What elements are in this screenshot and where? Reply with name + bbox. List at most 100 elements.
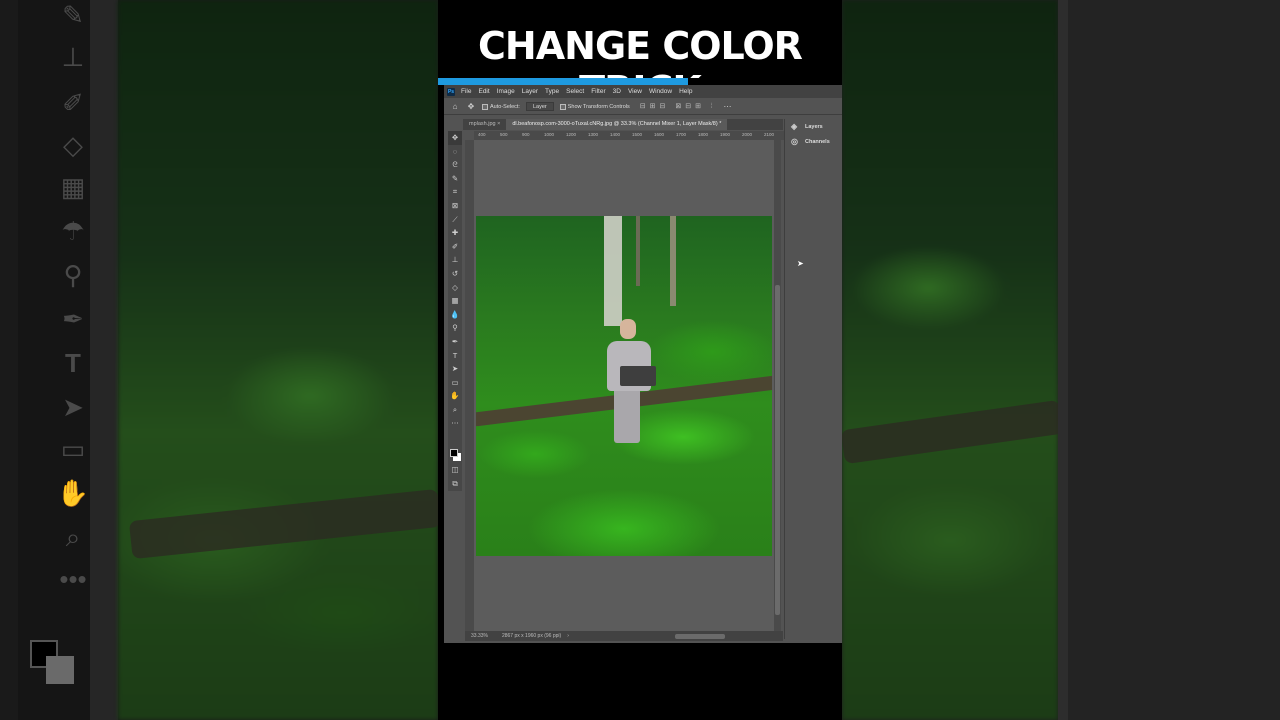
panel-label: Layers xyxy=(805,123,823,130)
menu-type[interactable]: Type xyxy=(545,88,559,95)
tools-panel: ✥ ◌ ᘓ ✎ ⌗ ⊠ ⟋ ✚ ✐ ⊥ ↺ ◇ ▦ 💧 ⚲ ✒ T ➤ ▭ ✋ … xyxy=(448,131,462,491)
blurred-forest-left xyxy=(118,0,438,720)
document-tabs: mplash.jpg × dl.beafonosp.com-3000-oTuxa… xyxy=(463,119,791,130)
eraser-tool-icon[interactable]: ◇ xyxy=(448,281,462,295)
layers-icon: ◈ xyxy=(791,122,798,131)
zoom-level[interactable]: 33.33% xyxy=(471,633,488,639)
path-select-icon: ➤ xyxy=(62,392,84,422)
ruler-tick-label: 400 xyxy=(478,132,486,137)
blurred-panel-strip xyxy=(1058,0,1068,720)
clone-stamp-icon[interactable]: ⊥ xyxy=(448,253,462,267)
menu-edit[interactable]: Edit xyxy=(478,88,489,95)
menu-3d[interactable]: 3D xyxy=(613,88,621,95)
video-frame: CHANGE COLOR TRICK Ps File Edit Image La… xyxy=(438,0,842,720)
marquee-tool-icon[interactable]: ◌ xyxy=(448,145,462,159)
photoshop-window: Ps File Edit Image Layer Type Select Fil… xyxy=(444,85,842,643)
more-tools-icon[interactable]: ⋯ xyxy=(448,416,462,430)
eyedropper-tool-icon[interactable]: ⟋ xyxy=(448,213,462,227)
show-transform-checkbox[interactable] xyxy=(559,103,566,110)
dodge-tool-icon[interactable]: ⚲ xyxy=(448,321,462,335)
tab-mplash[interactable]: mplash.jpg × xyxy=(463,119,506,130)
quick-mask-icon[interactable]: ◫ xyxy=(448,463,462,477)
menu-file[interactable]: File xyxy=(461,88,471,95)
stamp-icon: ⊥ xyxy=(61,42,85,72)
lasso-tool-icon[interactable]: ᘓ xyxy=(448,158,462,172)
menu-window[interactable]: Window xyxy=(649,88,672,95)
rectangle-tool-icon[interactable]: ▭ xyxy=(448,376,462,390)
auto-select-label: Auto-Select: xyxy=(490,103,520,110)
ruler-tick-label: 1500 xyxy=(632,132,643,137)
crop-tool-icon[interactable]: ⌗ xyxy=(448,185,462,199)
blurred-panel xyxy=(1058,0,1280,720)
brush-icon: ✎ xyxy=(62,0,84,30)
ruler-tick-label: 900 xyxy=(522,132,530,137)
vertical-scroll-thumb[interactable] xyxy=(775,285,780,615)
move-tool-preset-icon[interactable]: ✥ xyxy=(466,102,476,111)
status-chevron-icon[interactable]: › xyxy=(567,633,569,639)
dodge-icon: ⚲ xyxy=(63,260,83,290)
tree-trunk xyxy=(636,216,640,286)
panel-layers[interactable]: ◈ Layers xyxy=(785,119,842,134)
screen-mode-icon[interactable]: ⧉ xyxy=(448,477,462,491)
foreground-color-swatch[interactable] xyxy=(450,449,458,457)
tab-label: dl.beafonosp.com-3000-oTuxal.cNRg.jpg @ … xyxy=(512,121,722,127)
document-image[interactable] xyxy=(476,216,772,556)
menu-layer[interactable]: Layer xyxy=(522,88,538,95)
pen-tool-icon[interactable]: ✒ xyxy=(448,335,462,349)
channels-icon: ◎ xyxy=(791,137,798,146)
home-icon[interactable]: ⌂ xyxy=(450,102,460,111)
menu-view[interactable]: View xyxy=(628,88,642,95)
menu-filter[interactable]: Filter xyxy=(591,88,605,95)
menu-select[interactable]: Select xyxy=(566,88,584,95)
more-options-icon[interactable]: ⋯ xyxy=(722,102,732,111)
video-progress-fill xyxy=(438,78,689,85)
zoom-tool-icon[interactable]: ⌕ xyxy=(448,403,462,417)
laptop xyxy=(620,366,656,386)
blur-icon: ☂ xyxy=(61,216,85,246)
background-left-blur: ✎ ⊥ ✐ ◇ ▦ ☂ ⚲ ✒ T ➤ ▭ ✋ ⌕ ••• xyxy=(0,0,438,720)
ruler-tick-label: 1600 xyxy=(654,132,665,137)
auto-select-checkbox[interactable] xyxy=(482,103,488,110)
brush-tool-icon[interactable]: ✐ xyxy=(448,240,462,254)
tab-active-document[interactable]: dl.beafonosp.com-3000-oTuxal.cNRg.jpg @ … xyxy=(506,119,728,130)
ruler-vertical xyxy=(465,140,474,631)
ruler-tick-label: 2100 xyxy=(764,132,775,137)
video-progress-track[interactable] xyxy=(438,78,842,85)
ruler-tick-label: 1800 xyxy=(698,132,709,137)
frame-tool-icon[interactable]: ⊠ xyxy=(448,199,462,213)
panel-channels[interactable]: ◎ Channels xyxy=(785,134,842,149)
background-right-blur xyxy=(842,0,1280,720)
hand-tool-icon[interactable]: ✋ xyxy=(448,389,462,403)
status-bar: 33.33% 2867 px x 1960 px (96 ppi) › xyxy=(465,631,783,641)
ruler-tick-label: 2000 xyxy=(742,132,753,137)
path-select-icon[interactable]: ➤ xyxy=(448,362,462,376)
background-swatch-blur xyxy=(46,656,74,684)
zoom-icon: ⌕ xyxy=(65,522,81,552)
gradient-icon: ▦ xyxy=(60,172,86,202)
ruler-tick-label: 1200 xyxy=(566,132,577,137)
birch-trunk xyxy=(604,216,622,326)
gradient-tool-icon[interactable]: ▦ xyxy=(448,294,462,308)
menu-bar: Ps File Edit Image Layer Type Select Fil… xyxy=(444,85,842,98)
tree-trunk xyxy=(670,216,676,306)
ruler-tick-label: 1000 xyxy=(544,132,555,137)
tab-label: mplash.jpg xyxy=(469,121,496,127)
horizontal-scroll-thumb[interactable] xyxy=(675,634,725,639)
healing-brush-icon[interactable]: ✚ xyxy=(448,226,462,240)
history-brush-icon[interactable]: ↺ xyxy=(448,267,462,281)
more-icon: ••• xyxy=(59,564,87,594)
auto-select-dropdown[interactable]: Layer xyxy=(525,102,554,111)
align-icons[interactable]: ⊟⊞⊟ ⊠⊟⊞ ⦙ xyxy=(640,102,717,111)
menu-help[interactable]: Help xyxy=(679,88,692,95)
pen-icon: ✒ xyxy=(62,304,84,334)
menu-image[interactable]: Image xyxy=(497,88,515,95)
history-brush-icon: ✐ xyxy=(62,88,84,118)
vertical-scrollbar[interactable] xyxy=(774,140,781,631)
blurred-forest-right xyxy=(842,0,1058,720)
type-tool-icon[interactable]: T xyxy=(448,349,462,363)
ruler-tick-label: 1400 xyxy=(610,132,621,137)
quick-select-tool-icon[interactable]: ✎ xyxy=(448,172,462,186)
move-tool-icon[interactable]: ✥ xyxy=(448,131,462,145)
blur-tool-icon[interactable]: 💧 xyxy=(448,308,462,322)
rectangle-icon: ▭ xyxy=(60,434,86,464)
